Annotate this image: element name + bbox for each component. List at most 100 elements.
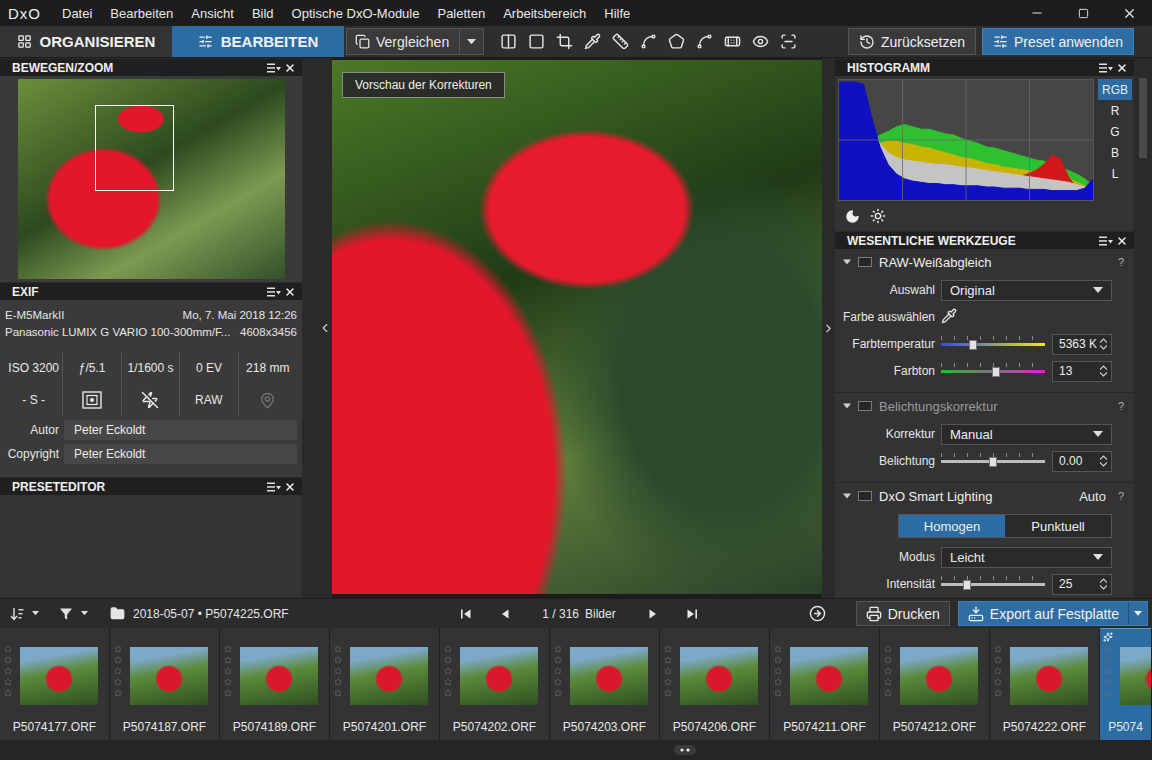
slider-thumb[interactable] [992,367,1000,377]
help-button[interactable]: ? [1118,400,1124,412]
caret-down-icon[interactable] [81,611,88,615]
close-icon[interactable] [1116,62,1128,74]
eyedropper-icon[interactable] [941,308,957,324]
caret-down-icon[interactable] [1093,431,1103,437]
slider-thumb[interactable] [989,457,997,467]
star-icon[interactable] [224,656,232,664]
star-icon[interactable] [1104,689,1112,697]
menu-item[interactable]: Paletten [428,6,494,21]
star-icon[interactable] [4,645,12,653]
star-icon[interactable] [774,667,782,675]
star-icon[interactable] [334,678,342,686]
maximize-button[interactable] [1060,0,1106,26]
spinner-icon[interactable] [1100,365,1107,377]
print-button[interactable]: Drucken [856,601,950,626]
star-icon[interactable] [664,645,672,653]
star-icon[interactable] [774,656,782,664]
section-checkbox[interactable] [858,257,872,267]
collapse-right-icon[interactable] [822,322,835,335]
caret-down-icon[interactable] [1093,287,1103,293]
expand-icon[interactable] [843,258,851,266]
star-icon[interactable] [1104,667,1112,675]
close-button[interactable] [1106,0,1152,26]
star-icon[interactable] [664,667,672,675]
scroll-handle-icon[interactable] [674,745,696,755]
star-icon[interactable] [444,678,452,686]
collapse-left-icon[interactable] [318,321,332,335]
expand-icon[interactable] [843,402,851,410]
star-icon[interactable] [554,667,562,675]
thumbnail[interactable] [20,647,98,705]
compare-button[interactable]: Vergleichen [346,28,484,55]
star-icon[interactable] [334,689,342,697]
star-icon[interactable] [774,678,782,686]
star-icon[interactable] [114,678,122,686]
sort-icon[interactable] [10,607,24,621]
star-icon[interactable] [224,678,232,686]
dropdown[interactable]: Original [941,280,1112,301]
filmstrip-item[interactable]: P5074211.ORF [770,628,880,740]
slider-track[interactable] [941,361,1045,382]
close-icon[interactable] [284,286,296,298]
export-button[interactable]: Export auf Festplatte [958,601,1148,626]
highlight-clipping-icon[interactable] [870,208,886,224]
panel-menu-icon[interactable] [267,63,281,73]
repair-icon[interactable] [724,33,741,50]
value-field[interactable]: 25 [1052,574,1112,595]
slider-track[interactable] [941,334,1045,355]
maximize-icon[interactable] [1078,8,1089,19]
perspective-icon[interactable] [640,33,657,50]
menu-item[interactable]: Bild [243,6,283,21]
caret-down-icon[interactable] [1093,554,1103,560]
value-field[interactable]: 5363 K [1052,334,1112,355]
channel-button[interactable]: B [1098,142,1132,163]
mode-tab[interactable]: BEARBEITEN [172,26,344,57]
close-window-icon[interactable] [1122,6,1137,21]
thumbnail[interactable] [790,647,868,705]
reset-button[interactable]: Zurücksetzen [848,28,976,55]
thumbnail[interactable] [350,647,428,705]
spinner-icon[interactable] [1100,338,1107,350]
section-header[interactable]: Belichtungskorrektur? [835,395,1134,417]
panel-menu-icon[interactable] [1099,236,1113,246]
filmstrip-item[interactable]: P5074212.ORF [880,628,990,740]
caret-down-icon[interactable] [467,39,476,44]
horizon-icon[interactable] [612,33,629,50]
star-icon[interactable] [444,689,452,697]
filmstrip-item[interactable]: P5074187.ORF [110,628,220,740]
frame-icon[interactable] [528,33,545,50]
caret-down-icon[interactable] [32,611,39,615]
panel-menu-icon[interactable] [267,482,281,492]
menu-item[interactable]: Arbeitsbereich [494,6,595,21]
expand-icon[interactable] [843,492,851,500]
star-icon[interactable] [884,678,892,686]
slider-thumb[interactable] [963,580,971,590]
star-icon[interactable] [664,656,672,664]
previous-image-icon[interactable] [498,608,510,620]
help-button[interactable]: ? [1118,490,1124,502]
channel-button[interactable]: R [1098,100,1132,121]
slider-track[interactable] [941,574,1045,595]
menu-item[interactable]: Ansicht [182,6,243,21]
star-icon[interactable] [444,656,452,664]
go-to-icon[interactable] [809,605,826,622]
star-icon[interactable] [554,645,562,653]
star-icon[interactable] [4,656,12,664]
channel-button[interactable]: L [1098,163,1132,184]
section-header[interactable]: DxO Smart LightingAuto? [835,485,1134,507]
star-icon[interactable] [1104,656,1112,664]
close-icon[interactable] [284,481,296,493]
next-image-icon[interactable] [648,608,660,620]
close-icon[interactable] [1116,235,1128,247]
slider-thumb[interactable] [969,340,977,350]
thumbnail[interactable] [1010,647,1088,705]
star-icon[interactable] [884,667,892,675]
star-icon[interactable] [444,667,452,675]
first-image-icon[interactable] [460,608,472,620]
star-icon[interactable] [664,678,672,686]
navigator-photo[interactable] [18,79,285,279]
star-icon[interactable] [774,645,782,653]
menu-item[interactable]: Bearbeiten [101,6,182,21]
star-icon[interactable] [884,645,892,653]
mode-tab[interactable]: ORGANISIEREN [0,26,172,57]
